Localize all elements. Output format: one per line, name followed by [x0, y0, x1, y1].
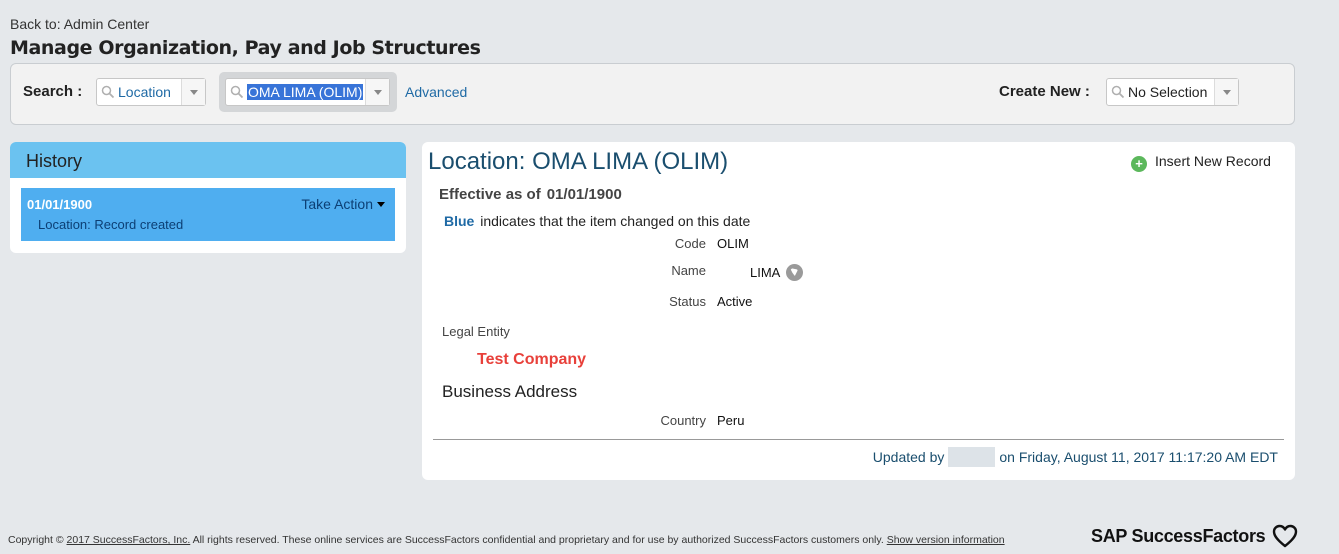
status-label: Status — [669, 294, 706, 309]
legend-blue-word: Blue — [444, 213, 475, 229]
search-icon — [230, 85, 244, 99]
divider — [433, 439, 1284, 440]
code-value: OLIM — [717, 236, 749, 251]
insert-new-record-label: Insert New Record — [1155, 153, 1271, 169]
caret-down-icon — [377, 202, 385, 207]
legend-text: indicates that the item changed on this … — [480, 213, 751, 229]
page-title: Manage Organization, Pay and Job Structu… — [10, 37, 481, 59]
search-icon — [1111, 85, 1125, 99]
history-item-date: 01/01/1900 — [27, 197, 93, 212]
take-action-label: Take Action — [301, 196, 373, 212]
search-label: Search : — [23, 83, 83, 100]
successfactors-link[interactable]: 2017 SuccessFactors, Inc. — [67, 534, 191, 546]
history-item-description: Location: Record created — [38, 217, 184, 232]
heart-icon — [1272, 524, 1298, 548]
dropdown-arrow-icon[interactable] — [1214, 79, 1238, 105]
redacted-user-name — [948, 447, 996, 467]
effective-date: 01/01/1900 — [546, 186, 622, 203]
record-title: Location: OMA LIMA (OLIM) — [428, 148, 729, 175]
effective-label: Effective as of — [439, 186, 541, 203]
name-value: LIMA — [750, 265, 781, 280]
record-search-value: OMA LIMA (OLIM) — [247, 84, 364, 100]
take-action-menu[interactable]: Take Action — [301, 196, 385, 212]
code-label: Code — [674, 236, 706, 251]
dropdown-arrow-icon[interactable] — [181, 79, 205, 105]
advanced-search-link[interactable]: Advanced — [405, 84, 467, 100]
updated-prefix: Updated by — [872, 449, 945, 465]
record-detail-panel: Location: OMA LIMA (OLIM) + Insert New Re… — [422, 142, 1295, 480]
footer-copyright: Copyright © 2017 SuccessFactors, Inc. Al… — [8, 533, 1008, 547]
business-address-heading: Business Address — [442, 382, 578, 401]
dropdown-arrow-icon[interactable] — [365, 79, 389, 105]
search-type-value: Location — [118, 84, 171, 100]
history-title: History — [10, 142, 406, 178]
sap-successfactors-logo: SAP SuccessFactors — [1091, 526, 1266, 546]
insert-new-record-button[interactable]: + Insert New Record — [1131, 153, 1271, 172]
change-legend: Blue indicates that the item changed on … — [444, 213, 750, 229]
search-type-select[interactable]: Location — [96, 78, 206, 106]
status-value: Active — [717, 294, 753, 309]
legal-entity-label: Legal Entity — [442, 324, 510, 339]
updated-timestamp: on Friday, August 11, 2017 11:17:20 AM E… — [999, 449, 1278, 465]
history-panel: History 01/01/1900 Location: Record crea… — [10, 142, 406, 253]
history-list-item[interactable]: 01/01/1900 Location: Record created Take… — [21, 188, 395, 241]
copyright-text: All rights reserved. These online servic… — [192, 534, 884, 546]
name-label: Name — [671, 263, 706, 278]
country-value: Peru — [717, 413, 745, 428]
effective-date-line: Effective as of 01/01/1900 — [439, 186, 622, 203]
legal-entity-value: Test Company — [477, 351, 587, 368]
record-search-focus-ring: OMA LIMA (OLIM) — [219, 72, 397, 112]
search-toolbar: Search : Location OMA LIMA (OLIM) Advanc… — [10, 63, 1295, 125]
show-version-link[interactable]: Show version information — [887, 534, 1005, 546]
globe-icon[interactable] — [786, 264, 803, 281]
create-new-label: Create New : — [999, 83, 1090, 100]
record-search-input[interactable]: OMA LIMA (OLIM) — [225, 78, 390, 106]
back-to-admin-center-link[interactable]: Back to: Admin Center — [10, 16, 149, 32]
country-label: Country — [660, 413, 706, 428]
create-new-value: No Selection — [1128, 84, 1208, 100]
updated-by-line: Updated by on Friday, August 11, 2017 11:… — [873, 447, 1278, 467]
copyright-prefix: Copyright © — [8, 534, 64, 546]
create-new-select[interactable]: No Selection — [1106, 78, 1239, 106]
search-icon — [101, 85, 115, 99]
plus-circle-icon: + — [1131, 156, 1147, 172]
